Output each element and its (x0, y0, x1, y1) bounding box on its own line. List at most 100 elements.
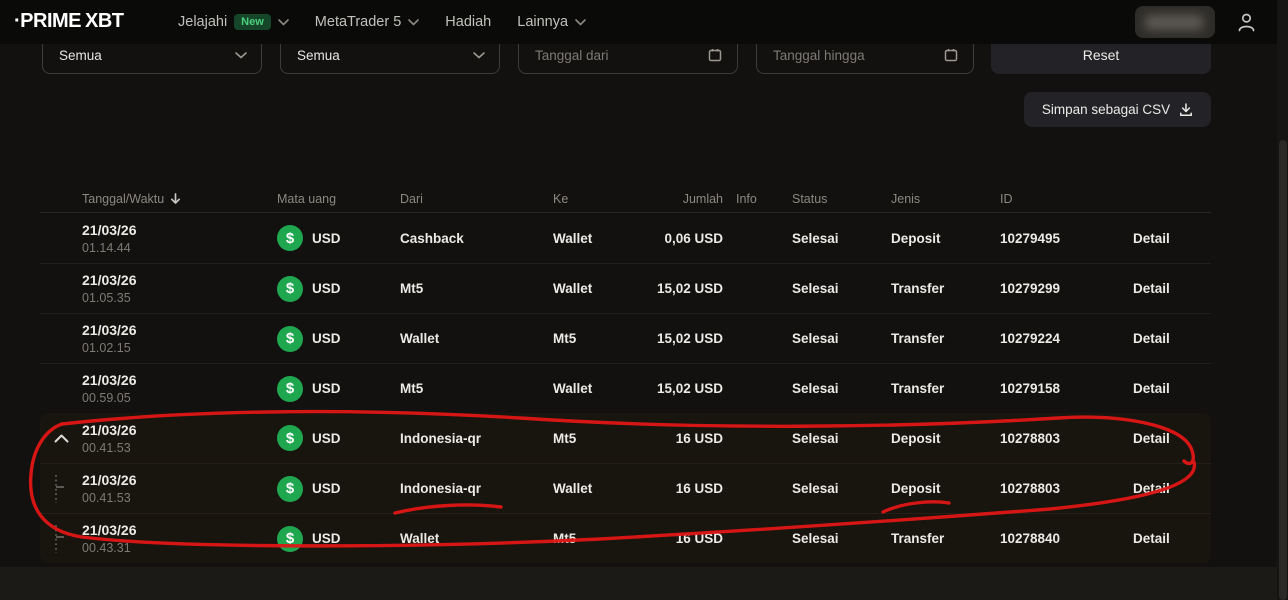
account-balance-blurred[interactable] (1135, 6, 1215, 38)
calendar-icon[interactable] (943, 47, 959, 63)
amount-cell: 15,02 USD (640, 281, 723, 296)
currency-cell: $ USD (277, 276, 400, 302)
nav-right (1135, 0, 1258, 44)
detail-link[interactable]: Detail (1133, 481, 1170, 496)
detail-cell: Detail (1113, 281, 1211, 296)
from-cell: Indonesia-qr (400, 431, 553, 446)
date-cell: 21/03/26 00.41.53 (82, 472, 277, 505)
to-cell: Mt5 (553, 431, 640, 446)
amount-cell: 15,02 USD (640, 331, 723, 346)
from-cell: Indonesia-qr (400, 481, 553, 496)
date-cell: 21/03/26 01.02.15 (82, 322, 277, 355)
to-cell: Wallet (553, 381, 640, 396)
date-cell: 21/03/26 01.14.44 (82, 222, 277, 255)
date-cell: 21/03/26 00.43.31 (82, 522, 277, 555)
detail-link[interactable]: Detail (1133, 431, 1170, 446)
usd-coin-icon: $ (277, 225, 303, 251)
detail-link[interactable]: Detail (1133, 231, 1170, 246)
type-cell: Transfer (883, 381, 993, 396)
column-header-status: Status (783, 192, 883, 206)
date-cell: 21/03/26 00.59.05 (82, 372, 277, 405)
from-cell: Wallet (400, 331, 553, 346)
date-cell: 21/03/26 01.05.35 (82, 272, 277, 305)
to-cell: Mt5 (553, 331, 640, 346)
row-indicator (40, 434, 82, 443)
from-cell: Mt5 (400, 381, 553, 396)
id-cell: 10279158 (993, 381, 1113, 396)
currency-cell: $ USD (277, 225, 400, 251)
amount-cell: 16 USD (640, 431, 723, 446)
currency-cell: $ USD (277, 476, 400, 502)
status-cell: Selesai (783, 531, 883, 546)
table-row: 21/03/26 00.59.05 $ USD Mt5 Wallet 15,02… (40, 363, 1211, 413)
table-body: 21/03/26 01.14.44 $ USD Cashback Wallet … (40, 213, 1211, 563)
table-row: 21/03/26 00.41.53 $ USD Indonesia-qr Mt5… (40, 413, 1211, 463)
nav-item-hadiah[interactable]: Hadiah (445, 14, 491, 30)
nav-item-jelajahi[interactable]: Jelajahi New (178, 14, 289, 30)
usd-coin-icon: $ (277, 376, 303, 402)
to-cell: Wallet (553, 481, 640, 496)
calendar-icon[interactable] (707, 47, 723, 63)
top-navbar: ·PRIMEXBT Jelajahi New MetaTrader 5 Hadi… (0, 0, 1288, 44)
chevron-down-icon (278, 19, 289, 26)
nav-item-metatrader5[interactable]: MetaTrader 5 (315, 14, 420, 30)
type-cell: Transfer (883, 531, 993, 546)
status-cell: Selesai (783, 331, 883, 346)
amount-cell: 16 USD (640, 531, 723, 546)
detail-link[interactable]: Detail (1133, 331, 1170, 346)
column-header-type: Jenis (883, 192, 993, 206)
from-cell: Wallet (400, 531, 553, 546)
detail-link[interactable]: Detail (1133, 381, 1170, 396)
primexbt-logo[interactable]: ·PRIMEXBT (14, 10, 124, 33)
currency-cell: $ USD (277, 425, 400, 451)
detail-link[interactable]: Detail (1133, 281, 1170, 296)
table-header: Tanggal/Waktu Mata uang Dari Ke Jumlah I… (40, 185, 1211, 213)
detail-link[interactable]: Detail (1133, 531, 1170, 546)
status-cell: Selesai (783, 281, 883, 296)
table-row: 21/03/26 01.05.35 $ USD Mt5 Wallet 15,02… (40, 263, 1211, 313)
status-cell: Selesai (783, 231, 883, 246)
chevron-down-icon (575, 19, 586, 26)
type-cell: Deposit (883, 231, 993, 246)
usd-coin-icon: $ (277, 476, 303, 502)
amount-cell: 16 USD (640, 481, 723, 496)
tree-branch-icon (54, 473, 68, 505)
table-row: 21/03/26 00.43.31 $ USD Wallet Mt5 16 US… (40, 513, 1211, 563)
blurred-value (1145, 15, 1203, 30)
sort-descending-icon (170, 193, 181, 205)
download-icon (1179, 103, 1193, 117)
type-cell: Transfer (883, 281, 993, 296)
date-to-input[interactable] (773, 48, 933, 63)
id-cell: 10278803 (993, 481, 1113, 496)
detail-cell: Detail (1113, 531, 1211, 546)
from-cell: Cashback (400, 231, 553, 246)
nav-item-lainnya[interactable]: Lainnya (517, 14, 586, 30)
nav-menu: Jelajahi New MetaTrader 5 Hadiah Lainnya (178, 0, 586, 44)
table-row: 21/03/26 01.02.15 $ USD Wallet Mt5 15,02… (40, 313, 1211, 363)
column-header-amount: Jumlah (640, 192, 723, 206)
column-header-from: Dari (400, 192, 553, 206)
transactions-table: Tanggal/Waktu Mata uang Dari Ke Jumlah I… (40, 185, 1211, 563)
amount-cell: 0,06 USD (640, 231, 723, 246)
status-cell: Selesai (783, 481, 883, 496)
id-cell: 10278803 (993, 431, 1113, 446)
column-header-date[interactable]: Tanggal/Waktu (82, 192, 277, 206)
column-header-currency: Mata uang (277, 192, 400, 206)
collapse-chevron-up-icon[interactable] (54, 434, 69, 443)
user-profile-icon[interactable] (1235, 11, 1258, 34)
id-cell: 10279299 (993, 281, 1113, 296)
scrollbar-thumb[interactable] (1279, 140, 1287, 600)
column-header-to: Ke (553, 192, 640, 206)
detail-cell: Detail (1113, 431, 1211, 446)
column-header-id: ID (993, 192, 1113, 206)
chevron-down-icon (408, 19, 419, 26)
to-cell: Wallet (553, 231, 640, 246)
date-from-input[interactable] (535, 48, 695, 63)
id-cell: 10278840 (993, 531, 1113, 546)
page-bottom-strip (0, 567, 1288, 600)
currency-cell: $ USD (277, 326, 400, 352)
expanded-row-group: 21/03/26 00.41.53 $ USD Indonesia-qr Mt5… (40, 413, 1211, 563)
detail-cell: Detail (1113, 331, 1211, 346)
usd-coin-icon: $ (277, 425, 303, 451)
save-csv-button[interactable]: Simpan sebagai CSV (1024, 92, 1211, 127)
